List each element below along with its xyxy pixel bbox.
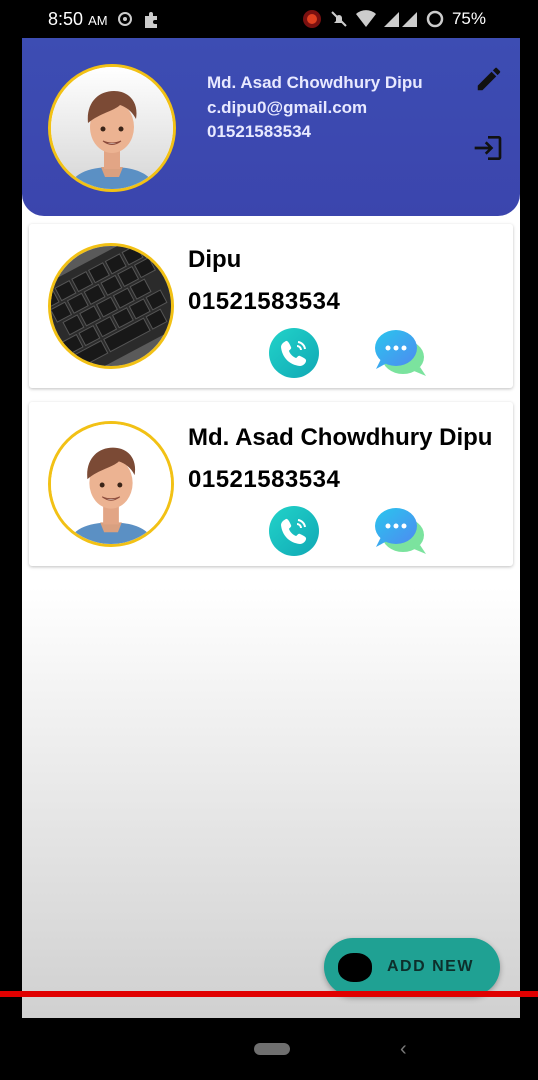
profile-name: Md. Asad Chowdhury Dipu	[207, 73, 423, 92]
status-bar: 8:50 AM 75%	[0, 0, 538, 38]
contact-card[interactable]: Dipu 01521583534	[29, 224, 513, 388]
login-arrow-icon[interactable]	[472, 132, 504, 164]
contact-name: Md. Asad Chowdhury Dipu	[188, 424, 493, 451]
chat-bubbles-icon[interactable]	[373, 505, 429, 557]
phone-icon	[281, 518, 307, 544]
battery-percent: 75%	[451, 9, 486, 28]
notification-icons	[116, 10, 162, 30]
call-button[interactable]	[269, 328, 319, 378]
chat-bubbles-icon[interactable]	[373, 327, 429, 379]
record-icon	[302, 10, 321, 28]
app-screen: Md. Asad Chowdhury Dipu c.dipu0@gmail.co…	[22, 38, 520, 1018]
red-line-overlay	[0, 991, 538, 997]
status-time-value: 8:50	[48, 9, 84, 29]
profile-phone: 01521583534	[207, 122, 312, 141]
contact-avatar[interactable]	[48, 243, 174, 369]
call-button[interactable]	[269, 506, 319, 556]
profile-header: Md. Asad Chowdhury Dipu c.dipu0@gmail.co…	[22, 38, 520, 216]
mute-icon	[331, 11, 347, 27]
status-time: 8:50 AM	[48, 9, 108, 30]
home-pill-icon[interactable]	[254, 1043, 290, 1055]
system-icons: 75%	[302, 9, 486, 29]
back-chevron-icon[interactable]: ‹	[400, 1038, 407, 1061]
contact-card[interactable]: Md. Asad Chowdhury Dipu 01521583534	[29, 402, 513, 566]
contact-phone: 01521583534	[188, 288, 341, 315]
profile-avatar[interactable]	[48, 64, 176, 192]
status-ampm: AM	[88, 13, 108, 28]
phone-icon	[281, 340, 307, 366]
signal-icon	[383, 12, 417, 27]
battery-saver-icon	[426, 10, 444, 28]
keyboard-photo	[51, 246, 171, 366]
profile-info: Md. Asad Chowdhury Dipu c.dipu0@gmail.co…	[207, 71, 423, 145]
wifi-icon	[355, 10, 376, 27]
add-new-label: ADD NEW	[387, 958, 474, 975]
puzzle-icon	[145, 12, 157, 28]
sync-icon	[118, 12, 132, 26]
man-illustration-avatar	[51, 67, 173, 189]
pencil-icon[interactable]	[474, 64, 504, 94]
add-icon	[338, 953, 372, 982]
man-illustration-avatar	[51, 424, 171, 544]
profile-email: c.dipu0@gmail.com	[207, 97, 368, 117]
add-new-button[interactable]: ADD NEW	[324, 938, 500, 996]
contact-avatar[interactable]	[48, 421, 174, 547]
system-nav-bar: ‹	[0, 1018, 538, 1080]
contact-name: Dipu	[188, 246, 242, 273]
contact-phone: 01521583534	[188, 466, 341, 493]
